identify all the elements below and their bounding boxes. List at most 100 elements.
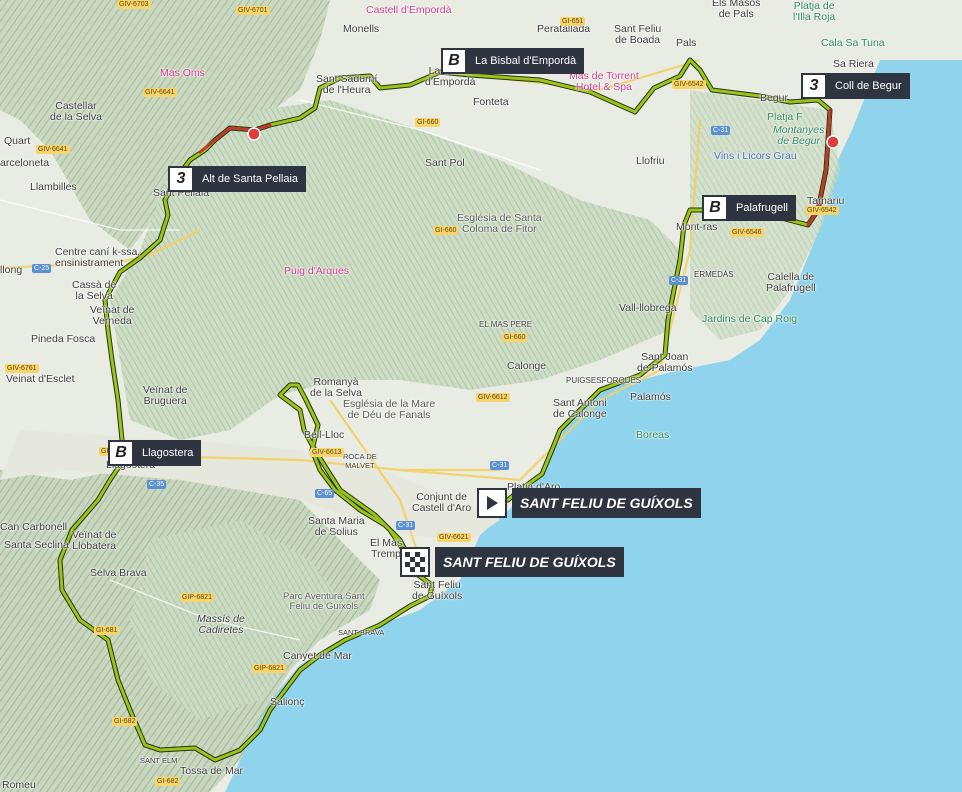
marker-collbegur[interactable]: 3 Coll de Begur <box>801 73 910 99</box>
place-romeu: Romeu <box>2 779 36 791</box>
place-romanya: Romanyà de la Selva <box>310 376 362 399</box>
place-boreas: Boreas <box>636 429 670 441</box>
road-shield: GIV-6542 <box>805 206 839 215</box>
road-shield: C-65 <box>315 489 335 498</box>
start-marker[interactable]: SANT FELIU DE GUÍXOLS <box>477 488 701 518</box>
road-shield: GI-660 <box>433 226 459 235</box>
marker-labisbal[interactable]: B La Bisbal d'Empordà <box>441 48 585 74</box>
kom-3-icon: 3 <box>168 166 194 192</box>
place-calonge: Calonge <box>507 360 547 372</box>
place-calasatuna: Cala Sa Tuna <box>821 37 885 49</box>
poi-esglesia1[interactable]: Església de Santa Coloma de Fitor <box>457 213 542 235</box>
place-ermedas: ERMEDÀS <box>694 270 734 279</box>
place-veinatbruguera: Veïnat de Bruguera <box>143 384 188 407</box>
place-quart: Quart <box>4 135 31 147</box>
poi-vins[interactable]: Vins i Licors Grau <box>714 151 797 162</box>
road-shield: C-31 <box>669 276 689 285</box>
place-montanyes: Montanyes de Begur <box>773 124 825 147</box>
sprint-b-icon: B <box>108 440 134 466</box>
road-shield: GIV-6761 <box>5 364 39 373</box>
sprint-b-icon: B <box>441 48 467 74</box>
place-jardins: Jardins de Cap Roig <box>702 313 798 325</box>
road-shield: GIV-6703 <box>117 0 151 9</box>
place-canyet: Canyet de Mar <box>283 650 352 662</box>
road-shield: C-31 <box>490 461 510 470</box>
road-shield: GIV-6542 <box>672 80 706 89</box>
place-pals: Pals <box>676 37 697 49</box>
place-palamos: Palamós <box>630 391 671 403</box>
start-play-icon <box>477 488 507 518</box>
place-elmas: El Mas Tremp <box>370 537 403 560</box>
place-llong: llong <box>0 264 23 276</box>
marker-label: Llagostera <box>142 447 194 459</box>
place-cancarbonell: Can Carbonell <box>0 521 68 533</box>
kom-3-icon: 3 <box>801 73 827 99</box>
sprint-b-icon: B <box>702 195 728 221</box>
marker-label: Alt de Santa Pellaia <box>202 173 299 185</box>
place-centrecani: Centre caní k-ssa, ensinistrament <box>55 246 141 269</box>
route-map[interactable]: Monells Peratallada Sant Feliu de Boada … <box>0 0 962 792</box>
place-veinatllobatera: Veïnat de Llobatera <box>72 529 117 552</box>
place-calella: Calella de Palafrugell <box>766 271 816 294</box>
road-shield: GI-660 <box>415 118 441 127</box>
poi-puig[interactable]: Puig d'Arques <box>284 266 349 277</box>
road-shield: GI-651 <box>560 17 586 26</box>
place-montras: Mont-ras <box>676 221 718 233</box>
poi-mastorrent[interactable]: Mas de Torrent Hotel & Spa <box>569 71 639 93</box>
marker-label: Coll de Begur <box>835 80 902 92</box>
marker-label: La Bisbal d'Empordà <box>475 55 577 67</box>
place-conjunt: Conjunt de Castell d'Aro <box>412 491 472 514</box>
place-santsadurni: Sant Sadurní de l'Heura <box>316 73 378 96</box>
place-sariera: Sa Riera <box>833 58 874 70</box>
marker-palafrugell[interactable]: B Palafrugell <box>702 195 796 221</box>
road-shield: GIV-6701 <box>236 6 270 15</box>
place-llambilles: Llambilles <box>30 181 77 193</box>
marker-llagostera[interactable]: B Llagostera <box>108 440 202 466</box>
start-label: SANT FELIU DE GUÍXOLS <box>512 488 701 518</box>
poi-castell[interactable]: Castell d'Empordà <box>366 5 451 16</box>
place-salions: Salionç <box>270 696 305 708</box>
finish-label: SANT FELIU DE GUÍXOLS <box>435 547 624 577</box>
finish-marker[interactable]: SANT FELIU DE GUÍXOLS <box>400 547 624 577</box>
poi-masoms[interactable]: Mas Oms <box>160 68 205 79</box>
place-santpol: Sant Pol <box>425 157 465 169</box>
place-castellar: Castellar de la Selva <box>50 100 102 123</box>
place-parc: Parc Aventura Sant Feliu de Guíxols <box>283 591 365 612</box>
place-santjoan: Sant Joan de Palamós <box>637 351 693 374</box>
place-santelm: SANT ELM <box>140 756 178 765</box>
road-shield: GIV-6641 <box>36 145 70 154</box>
place-tossa: Tossa de Mar <box>180 765 244 777</box>
marker-label: Palafrugell <box>736 202 788 214</box>
place-pineda: Pineda Fosca <box>31 333 96 345</box>
kom-dot-1 <box>247 127 261 141</box>
poi-esglesia2[interactable]: Església de la Mare de Déu de Fanals <box>343 399 435 421</box>
road-shield: GI-682 <box>112 717 138 726</box>
finish-flag-icon <box>400 547 430 577</box>
place-santamaria: Santa Maria de Solius <box>308 515 365 538</box>
kom-dot-2 <box>826 135 840 149</box>
road-shield: GIV-6621 <box>437 533 471 542</box>
road-shield: C-25 <box>32 264 52 273</box>
place-begur: Begur <box>760 92 789 104</box>
marker-santpellaia[interactable]: 3 Alt de Santa Pellaia <box>168 166 307 192</box>
road-shield: GIV-6613 <box>310 448 344 457</box>
place-barceloneta: arceloneta <box>0 157 50 169</box>
place-santasecl: Santa Seclina <box>4 539 69 551</box>
road-shield: C-31 <box>711 126 731 135</box>
road-shield: GIP-6821 <box>252 664 286 673</box>
place-vallllobrega: Vall-llobrega <box>619 302 677 314</box>
place-santantoni: Sant Antoni de Calonge <box>553 397 607 420</box>
road-shield: C-31 <box>396 521 416 530</box>
place-llofriu: Llofriu <box>636 155 665 167</box>
place-cassa: Cassà de la Selva <box>72 279 117 302</box>
place-fonteta: Fonteta <box>473 96 509 108</box>
place-platjaillaroja: Platja de l'Illa Roja <box>793 0 836 23</box>
place-rocamalvet: ROCA DE MALVET <box>343 452 377 470</box>
road-shield: GIV-6546 <box>730 228 764 237</box>
place-puigses: PUIGSESFORQUES <box>566 376 642 385</box>
place-masos: Els Masos de Pals <box>712 0 761 20</box>
place-elmaspere: EL MAS PERE <box>479 320 533 329</box>
road-shield: GIP-6821 <box>180 593 214 602</box>
place-santfeliuboada: Sant Feliu de Boada <box>614 23 662 46</box>
road-shield: GIV-6612 <box>476 393 510 402</box>
